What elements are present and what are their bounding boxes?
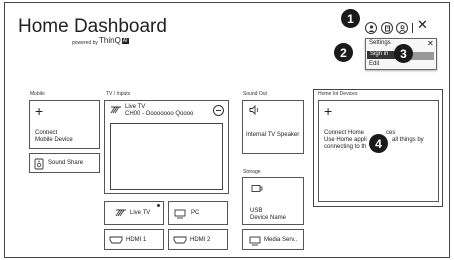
- thinq-logo-text: ThinQ: [99, 36, 121, 45]
- plus-icon: +: [324, 103, 333, 119]
- monitor-icon: [249, 236, 261, 246]
- sound-out-card[interactable]: Internal TV Speaker: [242, 100, 304, 154]
- home-iot-section-label: Home Iot Devices: [318, 91, 358, 97]
- sound-share-icon: [34, 158, 44, 170]
- hdmi-icon: [109, 236, 123, 244]
- menu-highlight-bar: [411, 52, 434, 60]
- live-tv-title: Live TV: [125, 104, 146, 110]
- user-icon: [398, 24, 406, 32]
- antenna-icon: [115, 209, 126, 217]
- profile-glyph-icon: [368, 24, 374, 32]
- iot-text-line1-tail: ces: [386, 130, 396, 136]
- callout-1: 1: [341, 9, 360, 28]
- usb-icon: [251, 185, 263, 192]
- iot-text-line2: Use Home appli: [324, 137, 367, 143]
- media-server-button[interactable]: Media Serv..: [242, 229, 304, 250]
- thinq-ai-badge: AI: [121, 37, 129, 44]
- storage-section-label: Storage: [243, 169, 261, 175]
- callout-3: 3: [394, 44, 413, 63]
- menu-item-settings[interactable]: Settings: [369, 40, 391, 46]
- input-hdmi1-button[interactable]: HDMI 1: [104, 229, 164, 250]
- live-tv-preview: [110, 123, 223, 190]
- callout-2: 2: [334, 43, 353, 62]
- sound-share-label: Sound Share: [48, 160, 84, 166]
- input-pc-button[interactable]: PC: [168, 201, 228, 225]
- page-title: Home Dashboard: [18, 16, 167, 37]
- connect-mobile-line2: Mobile Device: [35, 137, 73, 143]
- input-pc-label: PC: [191, 210, 200, 216]
- sound-out-section-label: Sound Out: [243, 91, 267, 97]
- minus-circle-icon[interactable]: [213, 105, 224, 116]
- iot-text-line2-tail: all things by: [392, 137, 424, 143]
- active-indicator-dot: [157, 204, 160, 207]
- input-live-tv-label: Live TV: [130, 210, 151, 216]
- connect-mobile-card[interactable]: + Connect Mobile Device: [29, 100, 100, 149]
- input-hdmi2-button[interactable]: HDMI 2: [168, 229, 228, 250]
- input-hdmi2-label: HDMI 2: [190, 237, 211, 243]
- thinq-logo: ThinQ AI: [99, 36, 129, 45]
- input-hdmi1-label: HDMI 1: [126, 237, 147, 243]
- usb-storage-card[interactable]: USB Device Name: [242, 177, 304, 225]
- menu-item-edit[interactable]: Edit: [369, 61, 379, 67]
- live-tv-channel: CH00 - Oooooooo Qoooo: [125, 111, 194, 117]
- speaker-icon: [249, 105, 259, 115]
- close-button[interactable]: ✕: [417, 17, 428, 33]
- top-bar-divider: [412, 23, 413, 33]
- mobile-section-label: Mobile: [30, 91, 45, 97]
- usb-line1: USB: [250, 208, 263, 214]
- hdmi-icon: [173, 236, 187, 244]
- connect-mobile-line1: Connect: [35, 130, 58, 136]
- menu-item-sign-in-label: Sign in: [370, 51, 389, 57]
- input-live-tv-button[interactable]: Live TV: [104, 201, 164, 225]
- profile-icon[interactable]: [365, 22, 377, 34]
- iot-text-line1: Connect Home: [324, 130, 365, 136]
- usb-line2: Device Name: [250, 215, 287, 221]
- live-tv-card[interactable]: Live TV CH00 - Oooooooo Qoooo: [104, 100, 229, 194]
- antenna-icon: [110, 106, 121, 114]
- tv-inputs-section-label: TV / Inputs: [106, 91, 131, 97]
- sound-out-device: Internal TV Speaker: [246, 132, 300, 138]
- settings-icon[interactable]: [381, 22, 393, 34]
- callout-4: 4: [369, 134, 388, 153]
- monitor-icon: [174, 209, 186, 219]
- sound-share-button[interactable]: Sound Share: [29, 153, 100, 173]
- account-icon[interactable]: [396, 22, 408, 34]
- media-server-label: Media Serv..: [264, 237, 298, 243]
- powered-by-label: powered by: [72, 40, 98, 46]
- gear-icon: [384, 25, 390, 31]
- plus-icon: +: [35, 103, 44, 119]
- menu-close-button[interactable]: ✕: [427, 39, 434, 48]
- iot-text-line3: connecting to th: [324, 144, 367, 150]
